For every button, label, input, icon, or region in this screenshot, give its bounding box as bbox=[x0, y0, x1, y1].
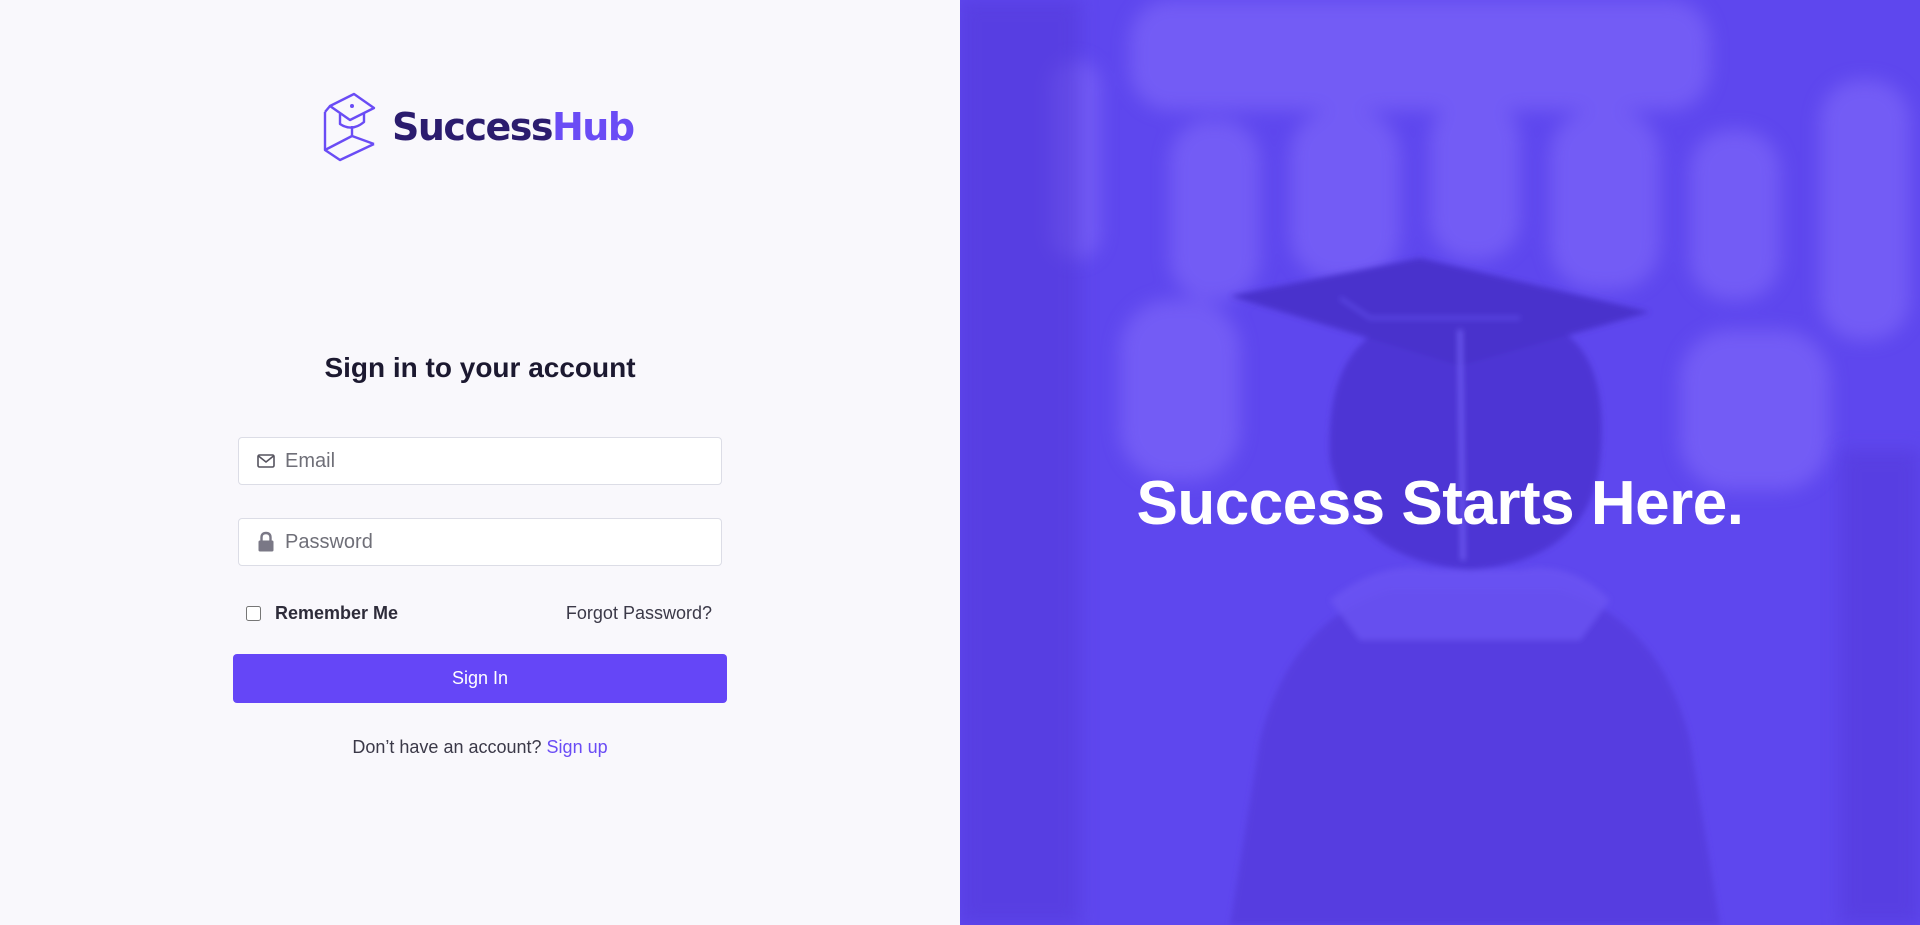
remember-me[interactable]: Remember Me bbox=[246, 603, 398, 624]
forgot-password-link[interactable]: Forgot Password? bbox=[566, 603, 712, 624]
hero-tagline: Success Starts Here. bbox=[1136, 469, 1744, 538]
logo-word-success: Success bbox=[392, 105, 553, 149]
signup-link[interactable]: Sign up bbox=[547, 737, 608, 757]
signup-prompt-text: Don’t have an account? bbox=[352, 737, 542, 757]
sign-in-button[interactable]: Sign In bbox=[233, 654, 727, 703]
logo-icon bbox=[323, 92, 376, 162]
password-input[interactable] bbox=[285, 522, 705, 562]
graduate-photo bbox=[960, 0, 1920, 925]
form-options: Remember Me Forgot Password? bbox=[246, 598, 712, 628]
hero-panel: Success Starts Here. bbox=[960, 0, 1920, 925]
signup-prompt: Don’t have an account? Sign up bbox=[0, 737, 960, 758]
password-field[interactable] bbox=[238, 518, 722, 566]
remember-checkbox[interactable] bbox=[246, 605, 261, 621]
remember-label: Remember Me bbox=[275, 602, 399, 623]
login-page: SuccessHub Sign in to your account Email… bbox=[0, 0, 1920, 925]
lock-icon bbox=[255, 531, 277, 553]
logo-word-hub: Hub bbox=[551, 105, 635, 149]
page-title: Sign in to your account bbox=[324, 352, 636, 383]
brand-logo: SuccessHub bbox=[322, 92, 635, 162]
email-input[interactable] bbox=[285, 441, 705, 481]
logo-wordmark: SuccessHub bbox=[392, 105, 635, 149]
email-field[interactable] bbox=[238, 437, 722, 485]
mail-icon bbox=[255, 450, 277, 472]
login-panel: SuccessHub Sign in to your account Email… bbox=[0, 0, 960, 925]
